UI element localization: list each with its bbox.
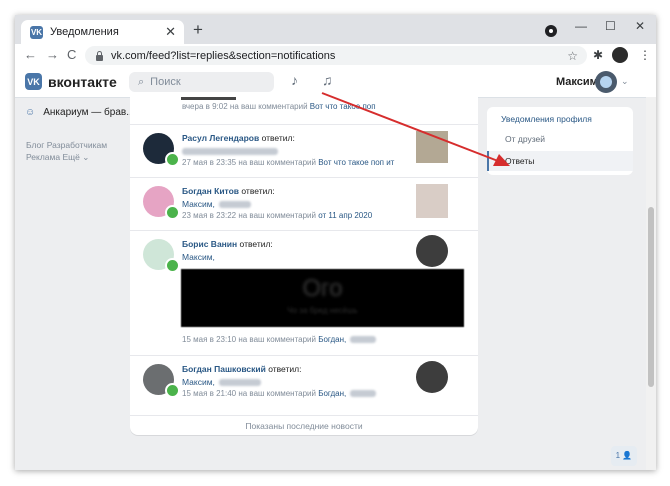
red-arrow-annotation <box>321 92 510 166</box>
arrow-line <box>321 92 499 162</box>
